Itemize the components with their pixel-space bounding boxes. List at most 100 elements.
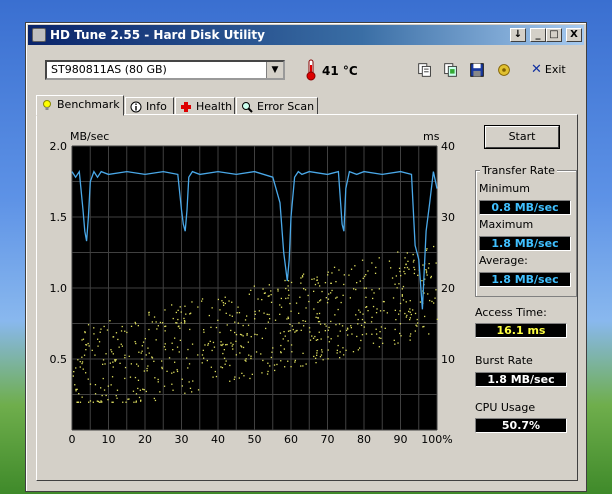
access-time-point [161,367,163,370]
copy-image-icon[interactable] [441,60,461,80]
minimize-button[interactable]: _ [530,28,546,42]
access-time-point [197,389,200,391]
access-time-point [267,362,269,364]
access-time-point [171,383,173,385]
access-time-point [111,401,113,403]
access-time-point [337,308,339,311]
access-time-point [229,380,231,382]
access-time-point [135,323,137,325]
access-time-point [234,331,236,334]
options-icon[interactable] [494,60,514,80]
access-time-point [145,390,147,393]
save-icon[interactable] [467,60,487,80]
access-time-point [414,330,416,332]
info-icon [130,101,142,113]
access-time-point [172,317,174,320]
access-time-point [174,337,176,339]
access-time-point [114,359,116,361]
access-time-point [316,276,318,278]
access-time-point [320,338,322,340]
access-time-point [338,323,341,325]
minimize-to-tray-button[interactable]: ↓ [510,28,526,42]
access-time-point [319,323,322,325]
access-time-point [115,359,117,361]
access-time-point [220,366,222,368]
access-time-point [208,314,210,317]
access-time-point [143,370,145,372]
access-time-point [81,356,83,358]
drive-select[interactable]: ST980811AS (80 GB) ▼ [45,60,285,80]
tab-health[interactable]: Health [175,97,235,115]
access-time-point [87,324,90,326]
access-time-point [203,357,205,359]
title-bar[interactable]: HD Tune 2.55 - Hard Disk Utility ↓ _ □ X [28,25,584,45]
access-time-point [331,272,333,274]
access-time-point [245,358,247,360]
access-time-point [394,328,396,331]
access-time-point [111,376,114,378]
access-time-point [262,359,264,362]
access-time-point [137,379,140,381]
access-time-point [172,389,174,391]
access-time-point [365,296,367,298]
copy-text-icon[interactable] [415,60,435,80]
maximum-label: Maximum [479,218,534,231]
close-button[interactable]: X [566,28,582,42]
access-time-point [417,322,419,324]
access-time-point [231,301,233,303]
maximize-button[interactable]: □ [546,28,562,42]
access-time-point [359,311,361,313]
access-time-point [309,339,312,341]
exit-button[interactable]: ✕ Exit [531,62,566,77]
access-time-point [375,328,377,330]
access-time-point [335,324,337,326]
access-time-point [248,293,250,295]
access-time-point [398,313,400,315]
access-time-point [274,319,277,321]
access-time-point [84,331,86,333]
access-time-point [240,345,242,347]
access-time-point [318,331,320,333]
access-time-point [292,328,294,331]
access-time-point [280,297,282,300]
access-time-point [98,401,100,403]
access-time-point [97,338,99,340]
access-time-point [148,352,150,354]
access-time-point [112,336,114,338]
access-time-point [379,310,382,312]
tab-label: Health [196,100,233,113]
access-time-point [179,306,181,308]
start-button[interactable]: Start [485,126,559,148]
access-time-point [318,312,321,315]
access-time-point [294,361,296,363]
access-time-point [365,333,368,335]
access-time-point [156,328,158,330]
access-time-point [157,378,159,381]
access-time-point [204,344,206,346]
access-time-point [267,370,269,373]
access-time-point [255,351,258,353]
chevron-down-icon[interactable]: ▼ [266,62,283,78]
access-time-point [81,396,83,398]
access-time-point [291,351,293,353]
access-time-point [245,360,247,362]
access-time-point [202,349,204,351]
access-time-point [327,274,329,276]
x-tick-label: 40 [211,433,225,446]
access-time-point [109,320,111,322]
access-time-point [75,367,77,369]
access-time-point [280,306,283,308]
access-time-point [102,377,104,380]
access-time-point [363,326,365,328]
access-time-point [287,330,290,332]
access-time-point [180,311,182,313]
access-time-point [402,285,405,288]
access-time-point [106,329,109,331]
tab-benchmark[interactable]: Benchmark [36,95,124,116]
access-time-point [184,305,186,307]
tab-error-scan[interactable]: Error Scan [236,97,318,115]
tab-info[interactable]: Info [125,97,174,115]
access-time-point [137,365,139,367]
access-time-point [326,302,329,304]
access-time-point [246,334,248,336]
